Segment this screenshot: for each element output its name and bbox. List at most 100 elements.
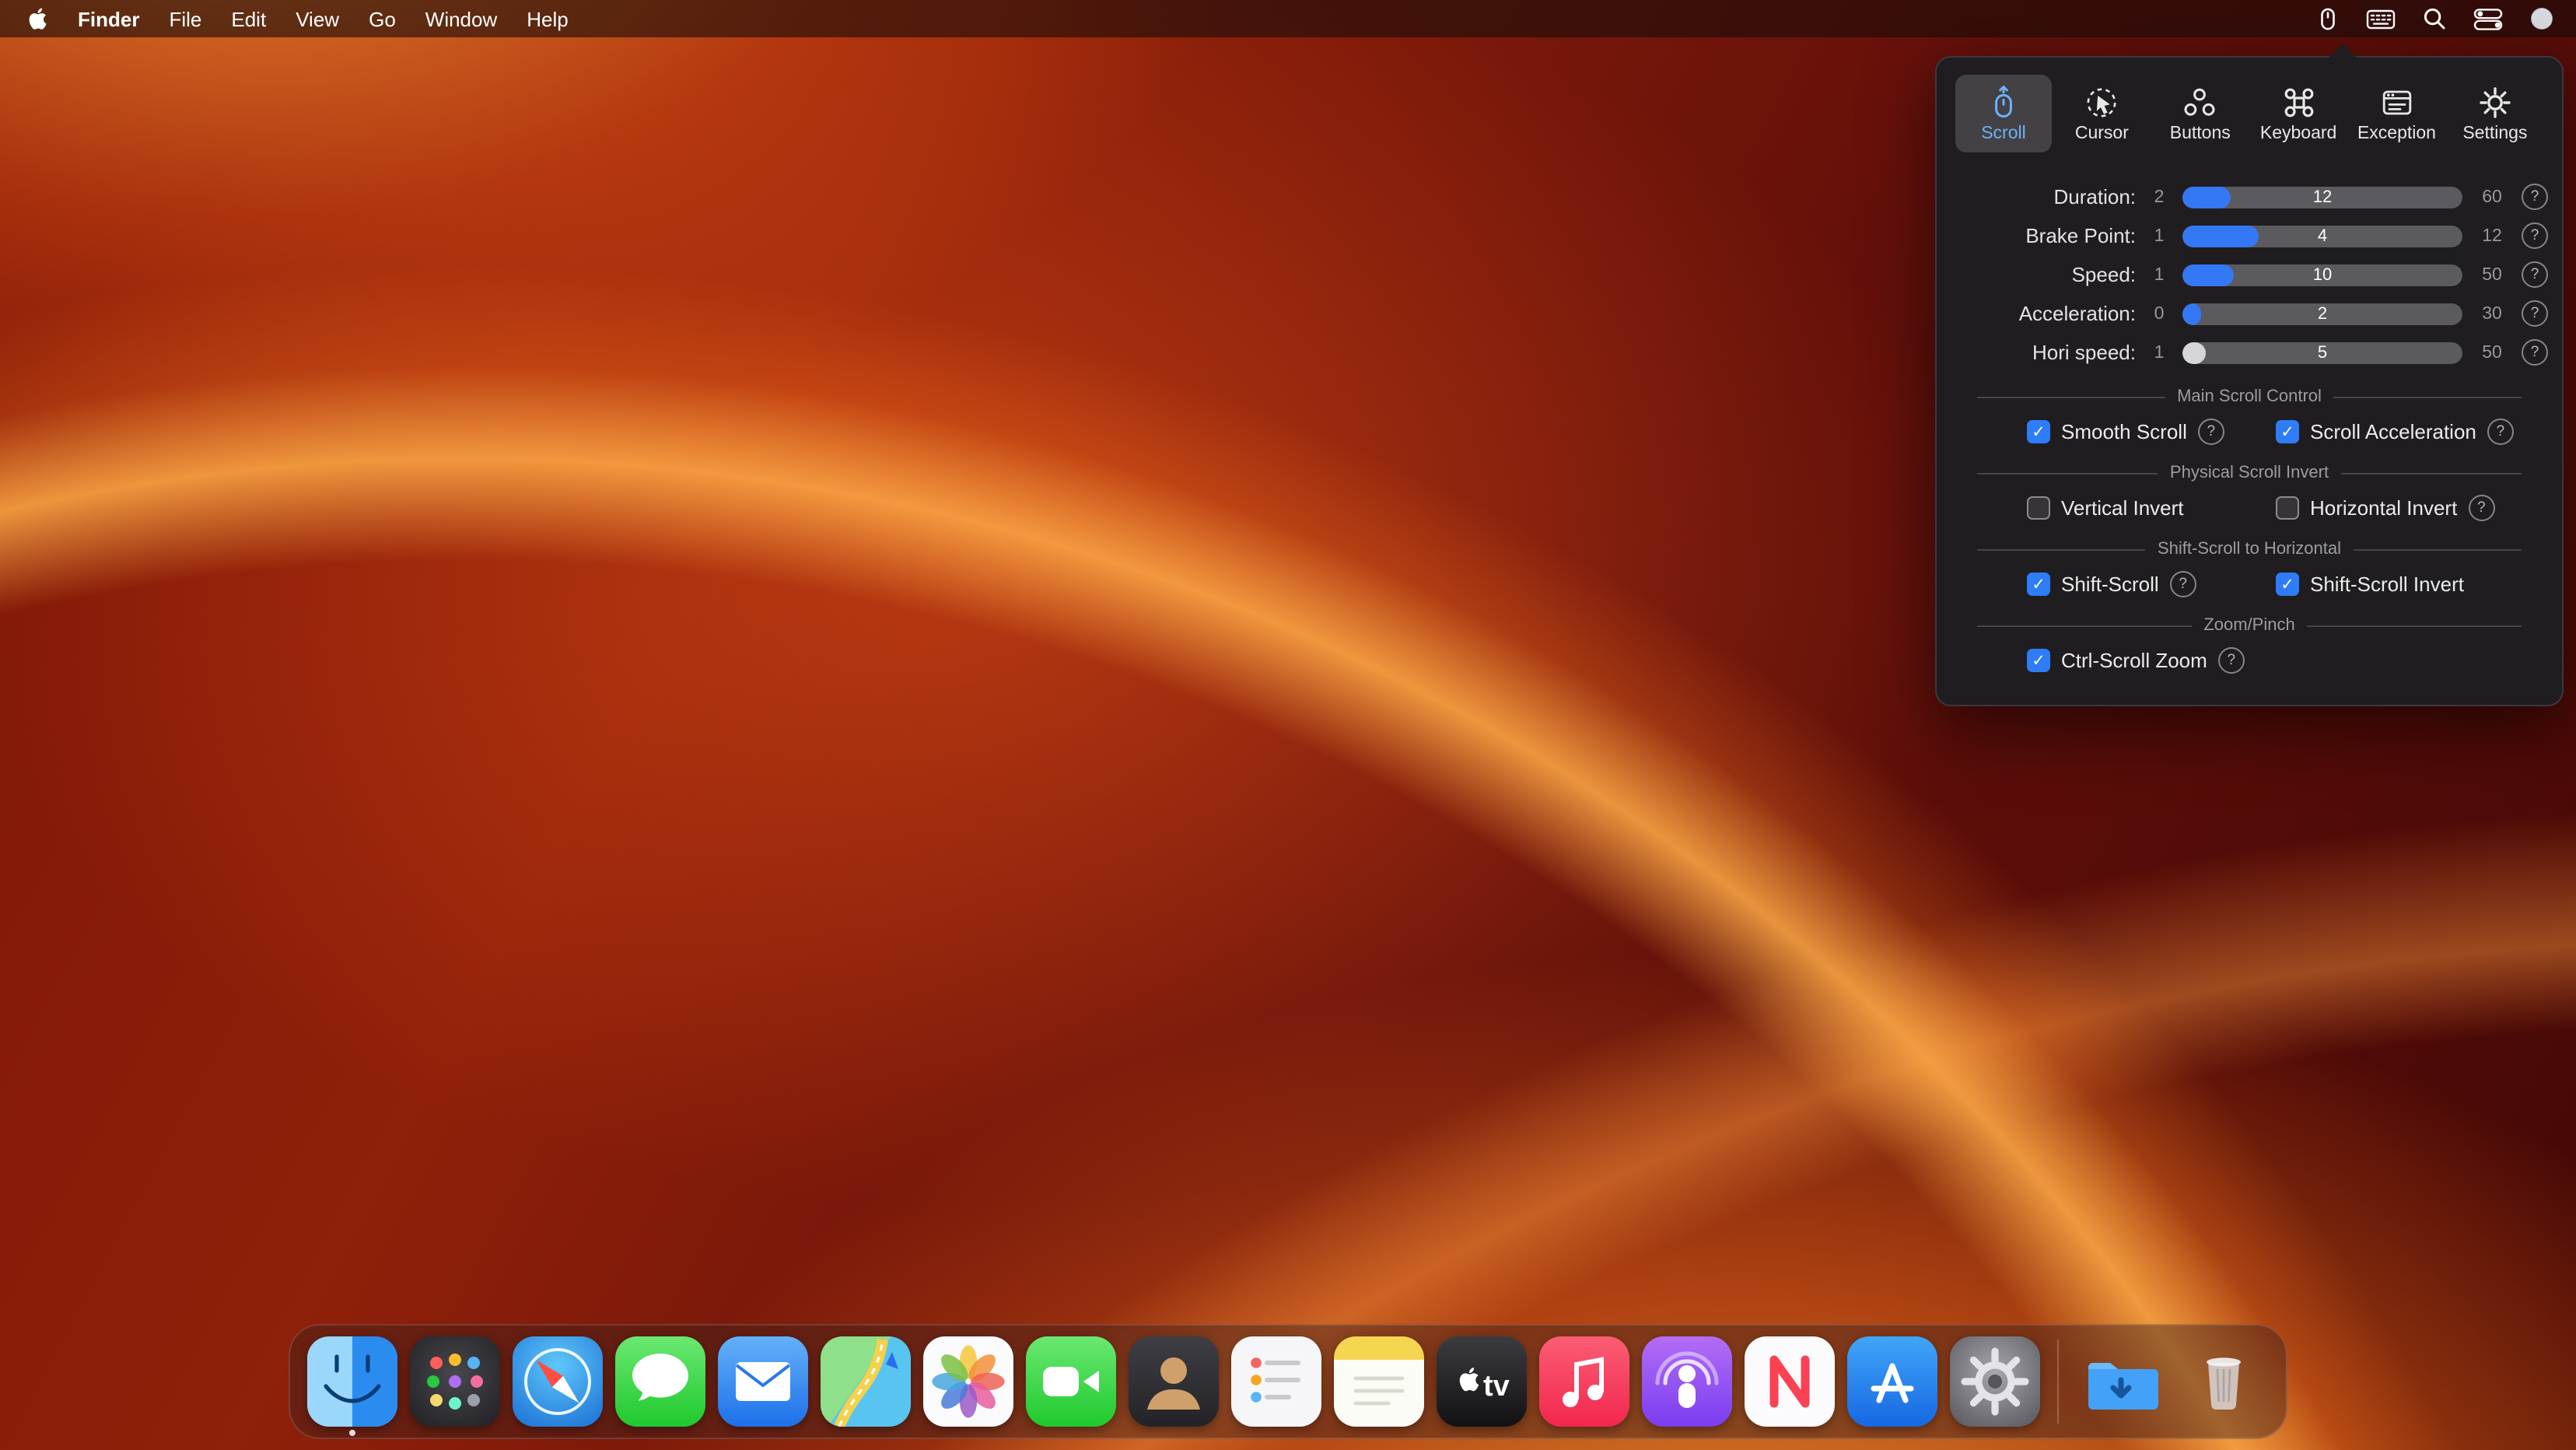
trash-icon: [2179, 1336, 2269, 1427]
section-separator: Shift-Scroll to Horizontal: [1937, 527, 2562, 568]
dock-item-podcasts[interactable]: [1642, 1336, 1732, 1427]
spotlight-search-icon[interactable]: [2422, 6, 2447, 31]
menubar-item-view[interactable]: View: [296, 7, 339, 30]
slider-min: 1: [2145, 265, 2173, 284]
checkbox-shift-scroll-invert[interactable]: ✓Shift-Scroll Invert: [2276, 573, 2543, 596]
help-icon[interactable]: ?: [2468, 495, 2494, 521]
dock-separator: [2057, 1340, 2059, 1424]
mail-icon: [718, 1336, 808, 1427]
slider-track-duration[interactable]: 12: [2182, 186, 2462, 208]
help-icon[interactable]: ?: [2218, 647, 2245, 674]
active-app-name[interactable]: Finder: [78, 7, 139, 30]
dock-item-news[interactable]: [1745, 1336, 1835, 1427]
dock-item-reminders[interactable]: [1231, 1336, 1321, 1427]
checkbox-row: ✓Smooth Scroll?✓Scroll Acceleration?: [1937, 415, 2562, 451]
menubar-item-go[interactable]: Go: [369, 7, 396, 30]
help-icon[interactable]: ?: [2198, 419, 2224, 445]
checkbox-label: Shift-Scroll: [2061, 573, 2159, 596]
checkbox-ctrl-scroll-zoom[interactable]: ✓Ctrl-Scroll Zoom?: [2027, 647, 2276, 674]
siri-icon[interactable]: [2529, 6, 2554, 31]
checkbox-box[interactable]: ✓: [2027, 649, 2050, 672]
tab-bar: ScrollCursor Buttons KeyboardExceptionSett…: [1937, 70, 2562, 165]
menubar-item-window[interactable]: Window: [425, 7, 498, 30]
keyboard-viewer-icon[interactable]: [2366, 7, 2396, 30]
apple-menu-icon[interactable]: [28, 6, 48, 31]
dock-item-maps[interactable]: [821, 1336, 911, 1427]
checkbox-label: Vertical Invert: [2061, 496, 2184, 520]
slider-label: Brake Point:: [1952, 224, 2136, 247]
tab-settings[interactable]: Settings: [2447, 75, 2543, 152]
tab-buttons[interactable]: Buttons: [2152, 75, 2249, 152]
mos-mouse-icon[interactable]: [2316, 5, 2340, 32]
help-icon[interactable]: ?: [2522, 222, 2548, 249]
tab-keyboard[interactable]: Keyboard: [2250, 75, 2347, 152]
menubar-item-file[interactable]: File: [169, 7, 201, 30]
section-title: Main Scroll Control: [2177, 387, 2322, 406]
dock-item-safari[interactable]: [513, 1336, 603, 1427]
downloads-icon: [2076, 1336, 2166, 1427]
help-icon[interactable]: ?: [2522, 339, 2548, 366]
help-icon[interactable]: ?: [2522, 261, 2548, 288]
checkbox-scroll-acceleration[interactable]: ✓Scroll Acceleration?: [2276, 419, 2543, 445]
slider-row-brake-point: Brake Point:1412?: [1952, 222, 2546, 249]
checkbox-horizontal-invert[interactable]: Horizontal Invert?: [2276, 495, 2543, 521]
help-icon[interactable]: ?: [2522, 300, 2548, 327]
menubar: Finder File Edit View Go Window Help: [0, 0, 2576, 37]
checkbox-smooth-scroll[interactable]: ✓Smooth Scroll?: [2027, 419, 2276, 445]
appstore-icon: [1847, 1336, 1937, 1427]
tab-scroll[interactable]: Scroll: [1955, 75, 2052, 152]
settings-tab-icon: [2478, 85, 2512, 119]
dock-item-downloads[interactable]: [2076, 1336, 2166, 1427]
cursor-tab-icon: [2084, 85, 2119, 119]
control-center-icon[interactable]: [2473, 7, 2503, 30]
help-icon[interactable]: ?: [2170, 571, 2196, 597]
separator-line: [1977, 548, 2145, 550]
menubar-item-help[interactable]: Help: [527, 7, 569, 30]
slider-track-speed[interactable]: 10: [2182, 264, 2462, 285]
dock-item-trash[interactable]: [2179, 1336, 2269, 1427]
menubar-item-edit[interactable]: Edit: [231, 7, 266, 30]
section-title: Shift-Scroll to Horizontal: [2158, 540, 2341, 559]
help-icon[interactable]: ?: [2487, 419, 2514, 445]
checkbox-row: ✓Ctrl-Scroll Zoom?: [1937, 644, 2562, 680]
slider-track-hori-speed[interactable]: 5: [2182, 341, 2462, 363]
slider-row-speed: Speed:11050?: [1952, 261, 2546, 288]
dock-item-notes[interactable]: [1334, 1336, 1424, 1427]
dock-item-photos[interactable]: [923, 1336, 1013, 1427]
mos-preferences-popover: ScrollCursor Buttons KeyboardExceptionSett…: [1935, 56, 2564, 706]
dock-item-appletv[interactable]: tv: [1437, 1336, 1527, 1427]
checkbox-box[interactable]: [2027, 496, 2050, 520]
slider-min: 0: [2145, 304, 2173, 323]
slider-track-acceleration[interactable]: 2: [2182, 303, 2462, 324]
dock-item-contacts[interactable]: [1129, 1336, 1219, 1427]
checkbox-box[interactable]: ✓: [2027, 420, 2050, 443]
dock-item-music[interactable]: [1539, 1336, 1629, 1427]
tab-exception[interactable]: Exception: [2349, 75, 2445, 152]
dock-item-mail[interactable]: [718, 1336, 808, 1427]
dock-item-launchpad[interactable]: [410, 1336, 500, 1427]
notes-icon: [1334, 1336, 1424, 1427]
dock-item-facetime[interactable]: [1026, 1336, 1116, 1427]
slider-label: Speed:: [1952, 263, 2136, 286]
checkbox-box[interactable]: ✓: [2276, 573, 2299, 596]
slider-max: 60: [2472, 187, 2512, 206]
tab-label: Buttons: [2170, 124, 2231, 142]
slider-track-brake-point[interactable]: 4: [2182, 225, 2462, 247]
checkbox-row: ✓ Shift-Scroll? ✓Shift-Scroll Invert: [1937, 568, 2562, 604]
keyboard-tab-icon: [2281, 85, 2315, 119]
checkbox-box[interactable]: ✓: [2027, 573, 2050, 596]
slider-label: Hori speed:: [1952, 341, 2136, 364]
dock-item-messages[interactable]: [615, 1336, 705, 1427]
checkbox-row: Vertical Invert Horizontal Invert?: [1937, 492, 2562, 527]
tab-cursor[interactable]: Cursor: [2053, 75, 2150, 152]
checkbox-vertical-invert[interactable]: Vertical Invert: [2027, 496, 2276, 520]
checkbox-label: Horizontal Invert: [2310, 496, 2457, 520]
dock-item-finder[interactable]: [307, 1336, 397, 1427]
checkbox-shift-scroll[interactable]: ✓ Shift-Scroll?: [2027, 571, 2276, 597]
finder-icon: [307, 1336, 397, 1427]
help-icon[interactable]: ?: [2522, 184, 2548, 210]
dock-item-appstore[interactable]: [1847, 1336, 1937, 1427]
checkbox-box[interactable]: ✓: [2276, 420, 2299, 443]
checkbox-box[interactable]: [2276, 496, 2299, 520]
dock-item-systemsettings[interactable]: [1950, 1336, 2040, 1427]
